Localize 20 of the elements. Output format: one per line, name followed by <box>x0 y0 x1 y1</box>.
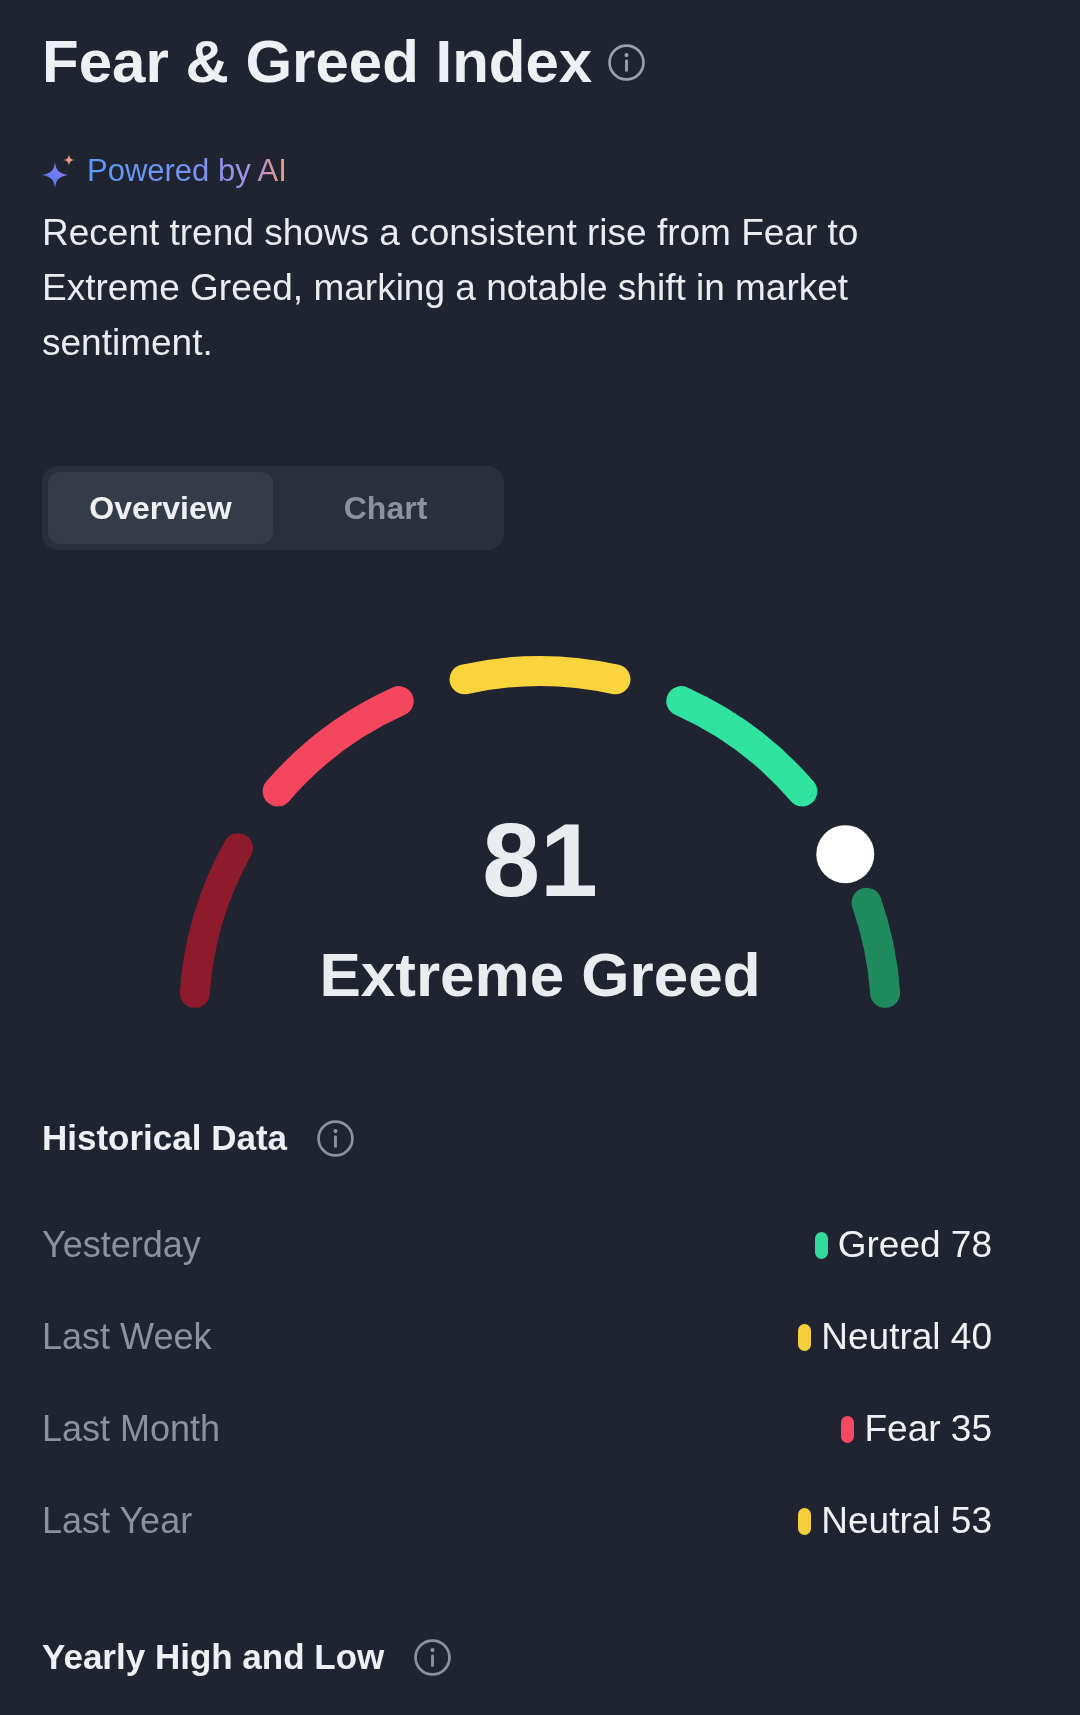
tab[interactable]: Chart <box>273 472 498 544</box>
sparkle-icon <box>42 154 76 188</box>
page-title: Fear & Greed Index <box>42 27 593 97</box>
sentiment-value: Neutral 40 <box>821 1315 992 1359</box>
period-label: Yesterday <box>42 1223 201 1267</box>
section-title: Historical Data <box>42 1117 288 1159</box>
period-label: Last Week <box>42 1315 212 1359</box>
sentiment-value: Fear 35 <box>864 1407 992 1451</box>
gauge-value: 81 <box>482 808 598 912</box>
tab[interactable]: Overview <box>48 472 273 544</box>
period-label: Last Month <box>42 1407 221 1451</box>
period-label: Last Year <box>42 1499 193 1543</box>
summary-text: Recent trend shows a consistent rise from Fear to Extreme Greed, marking a notable shift in market sentiment. <box>42 211 860 365</box>
info-icon[interactable] <box>414 1638 452 1676</box>
sentiment-value: Neutral 53 <box>821 1499 992 1543</box>
section-title: Yearly High and Low <box>42 1636 385 1678</box>
sentiment-value: Greed 78 <box>837 1223 992 1267</box>
info-icon[interactable] <box>608 43 646 81</box>
info-icon[interactable] <box>317 1119 355 1157</box>
gauge-label: Extreme Greed <box>319 941 761 1009</box>
